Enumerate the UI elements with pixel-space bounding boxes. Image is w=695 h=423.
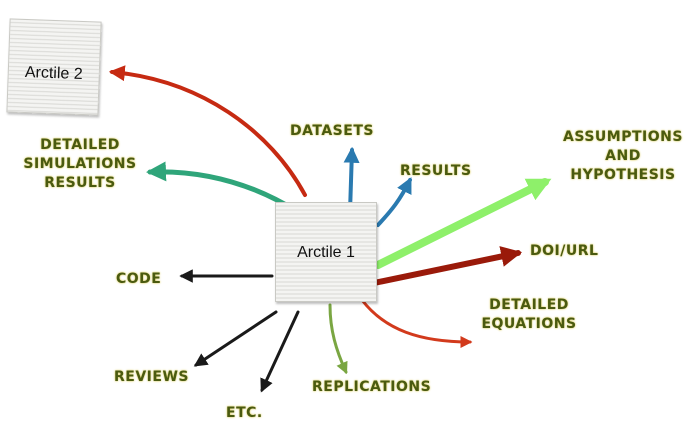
label-datasets: DATASETS — [290, 123, 374, 139]
label-detailed-simulations-line-1: DETAILED — [40, 137, 120, 153]
article-2-document: Arctile 2 — [6, 18, 102, 116]
label-detailed-simulations-line-2: SIMULATIONS — [23, 156, 137, 172]
article-1-title: Arctile 1 — [297, 244, 355, 261]
label-detailed-simulations-line-3: RESULTS — [44, 175, 116, 191]
label-detailed-simulations-results: DETAILED SIMULATIONS RESULTS — [18, 136, 142, 193]
label-replications: REPLICATIONS — [312, 379, 432, 395]
label-doi-url: DOI/URL — [530, 243, 599, 259]
label-detailed-equations: DETAILED EQUATIONS — [474, 296, 584, 334]
label-assumptions-line-1: ASSUMPTIONS — [563, 129, 683, 145]
arrow-to-replications — [328, 303, 348, 375]
label-assumptions-line-2: AND — [605, 148, 641, 164]
label-reviews: REVIEWS — [114, 369, 189, 385]
label-detailed-equations-line-1: DETAILED — [489, 297, 569, 313]
arrow-to-detailed-equations — [360, 298, 473, 348]
arrow-to-results — [376, 177, 412, 227]
arrow-to-etc — [260, 310, 300, 393]
label-assumptions-and-hypothesis: ASSUMPTIONS AND HYPOTHESIS — [558, 128, 688, 185]
label-code: CODE — [116, 271, 162, 287]
label-results: RESULTS — [400, 163, 472, 179]
arrow-to-reviews — [193, 310, 278, 367]
label-detailed-equations-line-2: EQUATIONS — [481, 316, 577, 332]
label-etc: ETC. — [226, 405, 263, 421]
article-1-document: Arctile 1 — [275, 202, 377, 302]
diagram-canvas: Arctile 2 Arctile 1 DATASETS RESULTS DET… — [0, 0, 695, 423]
article-2-title: Arctile 2 — [24, 63, 83, 83]
label-assumptions-line-3: HYPOTHESIS — [570, 167, 676, 183]
